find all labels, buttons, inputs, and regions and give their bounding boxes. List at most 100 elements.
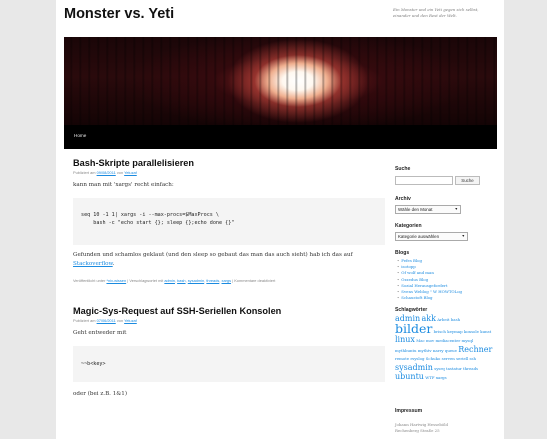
tag-cloud-link[interactable]: mysql xyxy=(462,338,474,343)
tag-cloud: admin akk Arbeit bash bilder brisch keym… xyxy=(395,314,495,383)
category-link[interactable]: *nix-wissen xyxy=(106,278,126,283)
post-author-link[interactable]: Yeluzaf xyxy=(124,170,137,175)
meta-prefix: Publiziert am xyxy=(73,170,97,175)
dropdown-arrow-icon: ▼ xyxy=(461,234,465,238)
post-title[interactable]: Magic-Sys-Request auf SSH-Seriellen Kons… xyxy=(73,306,385,316)
search-input[interactable] xyxy=(395,176,453,185)
tag-cloud-link[interactable]: ubuntu xyxy=(395,372,424,381)
blogroll-item[interactable]: • Schaustoft Blog xyxy=(397,295,462,301)
categories-widget-title: Kategorien xyxy=(395,223,422,229)
main-navigation: Home xyxy=(64,125,497,149)
tag-cloud-link[interactable]: bash xyxy=(451,317,460,322)
tag-cloud-link[interactable]: Mac xyxy=(416,338,424,343)
tags-widget-title: Schlagwörter xyxy=(395,307,428,313)
tag-link[interactable]: admin xyxy=(164,278,175,283)
bullet-icon: • xyxy=(397,276,400,282)
bullet-icon: • xyxy=(397,258,400,263)
tag-cloud-link[interactable]: kunst xyxy=(480,329,491,334)
bullet-icon: • xyxy=(397,270,400,276)
archive-widget-title: Archiv xyxy=(395,196,411,202)
post-intro: kann man mit 'xargs' recht einfach: xyxy=(73,182,174,188)
tag-cloud-link[interactable]: serven xyxy=(442,356,455,361)
site-title[interactable]: Monster vs. Yeti xyxy=(64,6,174,22)
footer-prefix: Veröffentlicht unter xyxy=(73,278,107,283)
post-outro-text: Gefunden und schamlos geklaut (und den s… xyxy=(73,252,353,258)
header-image-texture xyxy=(64,37,497,125)
tag-link[interactable]: threads xyxy=(206,278,219,283)
blogroll-link[interactable]: Of wolf and man xyxy=(401,270,434,275)
tag-cloud-link[interactable]: mediacenter xyxy=(436,338,461,343)
categories-select[interactable]: Kategorie auswählen ▼ xyxy=(395,232,468,241)
dropdown-arrow-icon: ▼ xyxy=(454,207,458,211)
impressum-widget-title: Impressum xyxy=(395,408,423,414)
tag-cloud-link[interactable]: brisch xyxy=(434,329,446,334)
post-author-link[interactable]: Yeluzaf xyxy=(124,318,137,323)
meta-by: von xyxy=(115,318,125,323)
tag-cloud-link[interactable]: mov xyxy=(426,338,434,343)
meta-prefix: Publiziert am xyxy=(73,318,97,323)
bullet-icon: • xyxy=(397,295,400,301)
tag-cloud-link[interactable]: seriell xyxy=(456,356,468,361)
stackoverflow-link[interactable]: Stackoverflow xyxy=(73,261,113,267)
tag-cloud-link[interactable]: narry xyxy=(433,348,444,353)
header-image xyxy=(64,37,497,125)
blogroll-link[interactable]: Ozzedus Blog xyxy=(401,277,428,282)
tag-link[interactable]: sysadmin xyxy=(188,278,204,283)
content-area: Bash-Skripte parallelisieren Publiziert … xyxy=(73,158,385,399)
archive-selected: Wähle den Monat xyxy=(398,207,433,212)
blogs-widget-title: Blogs xyxy=(395,250,410,256)
tag-cloud-link[interactable]: mythtv xyxy=(418,348,432,353)
tag-link[interactable]: xargs xyxy=(222,278,232,283)
post-outro: oder (bei z.B. 1&1) xyxy=(73,391,128,397)
tag-cloud-link[interactable]: Arbeit xyxy=(437,317,449,322)
tag-cloud-link[interactable]: linux xyxy=(395,335,415,344)
blogroll-link[interactable]: Fefes Blog xyxy=(401,258,422,263)
blogroll-link[interactable]: isotopp xyxy=(401,264,415,269)
archive-select[interactable]: Wähle den Monat ▼ xyxy=(395,205,461,214)
post-footer-meta: Veröffentlicht unter *nix-wissen | Versc… xyxy=(73,278,276,283)
post-title[interactable]: Bash-Skripte parallelisieren xyxy=(73,158,385,168)
nav-home-link[interactable]: Home xyxy=(74,133,86,138)
tag-cloud-link[interactable]: Rechner xyxy=(458,345,492,354)
tag-cloud-link[interactable]: WTF xyxy=(425,375,434,380)
post-outro: Gefunden und schamlos geklaut (und den s… xyxy=(73,251,385,269)
post-date-link[interactable]: 07/06/2011 xyxy=(97,318,116,323)
post-meta: Publiziert am 09/08/2011 von Yeluzaf xyxy=(73,170,385,175)
categories-selected: Kategorie auswählen xyxy=(398,234,440,239)
code-block: ~~b<key> xyxy=(73,346,385,382)
tag-cloud-link[interactable]: konsole xyxy=(464,329,479,334)
tag-cloud-link[interactable]: remote xyxy=(395,356,409,361)
blogroll-link[interactable]: Sozial Herausgefordert xyxy=(401,283,447,288)
post-date-link[interactable]: 09/08/2011 xyxy=(97,170,116,175)
search-widget-title: Suche xyxy=(395,166,411,172)
tag-cloud-link[interactable]: xargs xyxy=(436,375,447,380)
tag-cloud-link[interactable]: tastatur xyxy=(446,366,462,371)
post-intro: Geht entweder mit xyxy=(73,330,127,336)
search-button[interactable]: Suche xyxy=(455,176,480,185)
tag-link[interactable]: bash xyxy=(177,278,185,283)
tag-cloud-link[interactable]: ssh xyxy=(470,356,477,361)
tag-cloud-link[interactable]: threads xyxy=(463,366,478,371)
blogroll-list: • Fefes Blog • isotopp • Of wolf and man • O… xyxy=(397,258,462,301)
tag-cloud-link[interactable]: rsyslog xyxy=(410,356,424,361)
page: Monster vs. Yeti Ein Monster und ein Yet… xyxy=(56,0,504,439)
impressum-text: Johann Hartwig Hesseböld Rechenberg Stra… xyxy=(395,422,448,434)
blogroll-link[interactable]: Svens Weblog " W HOWTOLog xyxy=(401,289,462,294)
tag-cloud-link[interactable]: sysadmin xyxy=(395,363,433,372)
bullet-icon: • xyxy=(397,289,400,295)
tag-cloud-link[interactable]: mythbuntu xyxy=(395,348,417,353)
tag-cloud-link[interactable]: keymap xyxy=(447,329,462,334)
blogroll-link[interactable]: Schaustoft Blog xyxy=(401,295,432,300)
post-outro-end: . xyxy=(112,261,115,267)
post-bash-skripte: Bash-Skripte parallelisieren Publiziert … xyxy=(73,158,385,283)
tag-cloud-link[interactable]: Schuko xyxy=(426,356,441,361)
comments-status: Kommentare deaktiviert xyxy=(234,278,276,283)
tag-cloud-link[interactable]: sysrq xyxy=(434,366,445,371)
bullet-icon: • xyxy=(397,264,400,270)
tag-cloud-link[interactable]: queue xyxy=(445,348,457,353)
meta-by: von xyxy=(115,170,125,175)
tags-prefix: | Verschlagwortet mit xyxy=(126,278,165,283)
impressum-line: Rechenberg Straße 25 xyxy=(395,428,440,433)
code-block: seq 10 -1 1| xargs -i --max-procs=$MaxPr… xyxy=(73,198,385,245)
tag-cloud-link[interactable]: bilder xyxy=(395,321,432,336)
